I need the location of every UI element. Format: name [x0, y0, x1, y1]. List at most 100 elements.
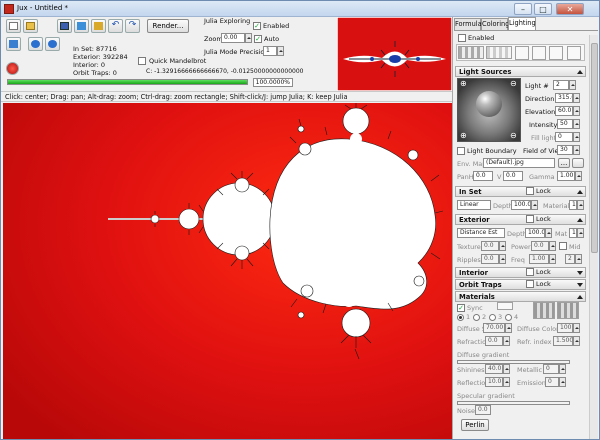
maximize-button[interactable]: □ — [534, 3, 552, 15]
sync-checkbox[interactable]: ✓ — [457, 304, 465, 312]
mid-checkbox[interactable] — [559, 242, 567, 250]
intensity-input[interactable]: 50 — [557, 119, 573, 129]
diffuse-s-input[interactable]: 70.00 — [483, 323, 505, 333]
direction-input[interactable]: 315.0 — [555, 93, 573, 103]
auto-checkbox[interactable]: ✓ — [254, 35, 262, 43]
noise-input[interactable]: 0.0 — [475, 405, 491, 415]
section-in-set[interactable]: In Set — [455, 186, 586, 197]
light-number-input[interactable]: 2 — [553, 80, 569, 90]
freq-count-input[interactable]: 2 — [565, 254, 575, 264]
julia-enabled-checkbox[interactable]: ✓ — [253, 22, 261, 30]
freq-count-spinner[interactable] — [575, 254, 582, 264]
export-icon[interactable] — [74, 19, 89, 33]
material-radio-2[interactable] — [473, 314, 480, 321]
close-button[interactable]: ✕ — [556, 3, 584, 15]
perlin-button[interactable]: Perlin — [461, 419, 489, 431]
exterior-mat-spinner[interactable] — [577, 228, 584, 238]
exterior-lock-checkbox[interactable] — [526, 215, 534, 223]
redo-icon[interactable]: ↷ — [125, 19, 140, 33]
panel-scrollbar[interactable] — [589, 35, 598, 439]
shininess-spinner[interactable] — [503, 364, 510, 374]
interior-lock-checkbox[interactable] — [526, 268, 534, 276]
refr-index-spinner[interactable] — [573, 336, 580, 346]
new-file-button[interactable] — [6, 19, 21, 33]
direction-spinner[interactable] — [573, 93, 580, 103]
env-map-clear-button[interactable] — [572, 158, 584, 168]
precision-spinner[interactable] — [277, 46, 284, 56]
metallic-input[interactable]: 0 — [543, 364, 559, 374]
preset-thumb-5[interactable] — [549, 46, 563, 60]
remove-light-icon[interactable]: ⊖ — [510, 79, 517, 88]
tab-coloring[interactable]: Coloring — [481, 18, 509, 30]
section-orbit-traps[interactable]: Orbit Traps — [455, 279, 586, 290]
tab-formula[interactable]: Formula — [454, 18, 482, 30]
tab-lighting[interactable]: Lighting — [508, 17, 536, 30]
preset-thumb-4[interactable] — [532, 46, 546, 60]
gamma-input[interactable]: 1.00 — [557, 171, 575, 181]
add-light-icon[interactable]: ⊕ — [460, 79, 467, 88]
render-button[interactable]: Render... — [147, 19, 189, 33]
in-set-lock-checkbox[interactable] — [526, 187, 534, 195]
env-map-browse-button[interactable]: ... — [558, 158, 570, 168]
section-light-sources[interactable]: Light Sources — [455, 66, 586, 77]
light-boundary-checkbox[interactable] — [457, 147, 465, 155]
zoom-spinner[interactable] — [245, 33, 252, 43]
refraction-input[interactable]: 0.0 — [485, 336, 503, 346]
fov-input[interactable]: 30 — [557, 145, 573, 155]
light-sphere-preview[interactable]: ⊕ ⊖ ⊕ ⊖ — [457, 78, 521, 142]
zoom-input[interactable]: 0.00 — [221, 33, 245, 43]
in-set-mode-select[interactable]: Linear — [457, 200, 491, 210]
gamma-spinner[interactable] — [575, 171, 582, 181]
material-color-swatch[interactable] — [497, 302, 513, 310]
minimize-button[interactable]: – — [514, 3, 532, 15]
shininess-input[interactable]: 40.0 — [485, 364, 503, 374]
preset-thumb-2[interactable] — [486, 46, 512, 59]
exterior-mat-input[interactable]: 1 — [569, 228, 577, 238]
reflection-input[interactable]: 10.0 — [485, 377, 503, 387]
in-set-depth-input[interactable]: 100.0 — [511, 200, 531, 210]
screen-icon[interactable] — [6, 37, 21, 51]
reflection-spinner[interactable] — [503, 377, 510, 387]
help-icon[interactable] — [45, 37, 60, 51]
add-light-icon-2[interactable]: ⊕ — [460, 131, 467, 140]
preset-thumb-1[interactable] — [458, 46, 484, 59]
material-preview-2[interactable] — [557, 302, 579, 319]
env-map-input[interactable]: (Default).jpg — [483, 158, 555, 168]
metallic-spinner[interactable] — [559, 364, 566, 374]
refr-index-input[interactable]: 1.500 — [553, 336, 573, 346]
texture-input[interactable]: 0.0 — [481, 241, 499, 251]
scrollbar-thumb[interactable] — [591, 43, 598, 253]
ripples-spinner[interactable] — [499, 254, 506, 264]
material-radio-4[interactable] — [505, 314, 512, 321]
stop-icon[interactable] — [6, 62, 19, 75]
remove-light-icon-2[interactable]: ⊖ — [510, 131, 517, 140]
ripples-input[interactable]: 0.0 — [481, 254, 499, 264]
material-preview-1[interactable] — [533, 302, 555, 319]
in-set-material-input[interactable]: 1 — [569, 200, 577, 210]
in-set-material-spinner[interactable] — [577, 200, 584, 210]
section-exterior[interactable]: Exterior — [455, 214, 586, 225]
power-spinner[interactable] — [549, 241, 556, 251]
panh-input[interactable]: 0.0 — [473, 171, 493, 181]
elevation-input[interactable]: 60.0 — [555, 106, 573, 116]
section-materials[interactable]: Materials — [455, 291, 586, 302]
freq-input[interactable]: 1.00 — [529, 254, 549, 264]
emission-spinner[interactable] — [559, 377, 566, 387]
fov-spinner[interactable] — [573, 145, 580, 155]
fill-light-spinner[interactable] — [573, 132, 580, 142]
lighting-enabled-checkbox[interactable] — [458, 34, 466, 42]
section-interior[interactable]: Interior — [455, 267, 586, 278]
undo-icon[interactable]: ↶ — [108, 19, 123, 33]
exterior-depth-spinner[interactable] — [545, 228, 552, 238]
exterior-mode-select[interactable]: Distance Est — [457, 228, 505, 238]
intensity-spinner[interactable] — [573, 119, 580, 129]
info-icon[interactable] — [28, 37, 43, 51]
refraction-spinner[interactable] — [503, 336, 510, 346]
open-folder-icon[interactable] — [23, 19, 38, 33]
in-set-depth-spinner[interactable] — [531, 200, 538, 210]
preset-thumb-3[interactable] — [515, 46, 529, 60]
diffuse-color-input[interactable]: 100 — [557, 323, 573, 333]
emission-input[interactable]: 0 — [545, 377, 559, 387]
gallery-icon[interactable] — [91, 19, 106, 33]
texture-spinner[interactable] — [499, 241, 506, 251]
